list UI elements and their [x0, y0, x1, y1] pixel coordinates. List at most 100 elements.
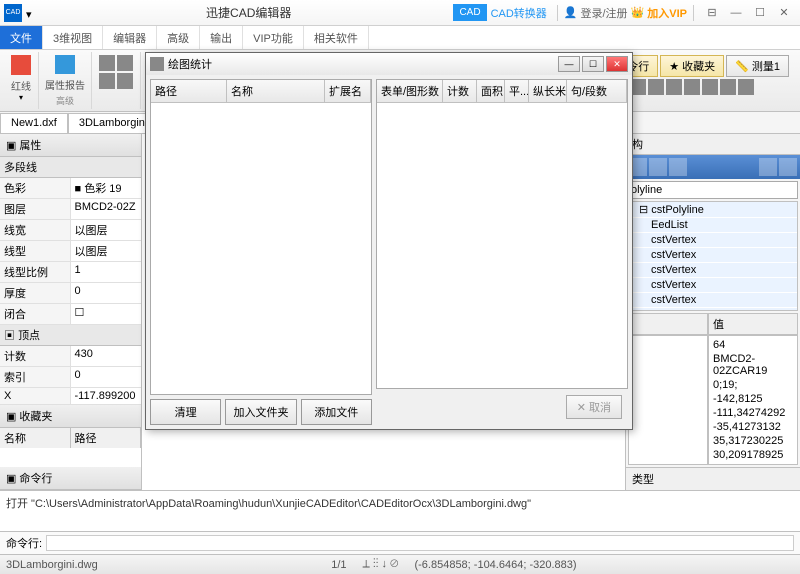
tool-icon[interactable]: [702, 79, 718, 95]
col-ext[interactable]: 扩展名: [325, 80, 371, 102]
doc-tab-new1[interactable]: New1.dxf: [0, 113, 68, 133]
clear-button[interactable]: 清理: [150, 399, 221, 425]
col-avg[interactable]: 平...: [505, 80, 529, 102]
prop-row: 线宽以图层: [0, 220, 141, 241]
tab-vip[interactable]: VIP功能: [243, 26, 304, 49]
tool-icon[interactable]: [738, 79, 754, 95]
tree-item[interactable]: cstVertex: [629, 233, 797, 248]
struct-tool-icon[interactable]: [669, 158, 687, 176]
dialog-left-pane: 路径 名称 扩展名 清理 加入文件夹 添加文件: [150, 79, 372, 425]
tool-icon[interactable]: [99, 73, 115, 89]
fav-col-name[interactable]: 名称: [0, 428, 71, 448]
dialog-close-icon[interactable]: ✕: [606, 56, 628, 72]
titlebar: CAD ▾ 迅捷CAD编辑器 CAD CAD转换器 👤登录/注册 👑加入VIP …: [0, 0, 800, 26]
col-area[interactable]: 面积: [477, 80, 505, 102]
dialog-minimize-icon[interactable]: —: [558, 56, 580, 72]
tool-icon[interactable]: [666, 79, 682, 95]
value-item: 0;19;: [713, 378, 793, 392]
command-prompt: 命令行:: [6, 535, 42, 551]
tree-item[interactable]: cstVertex: [629, 278, 797, 293]
app-title: 迅捷CAD编辑器: [44, 4, 453, 21]
status-page: 1/1: [331, 559, 346, 571]
right-pane: 构 olyline ⊟ cstPolyline EedList cstVerte…: [625, 134, 800, 490]
vip-button[interactable]: 👑加入VIP: [628, 5, 687, 21]
tree-item[interactable]: cstVertex: [629, 263, 797, 278]
dialog-titlebar[interactable]: 绘图统计 — ☐ ✕: [146, 53, 632, 75]
fav-col-path[interactable]: 路径: [71, 428, 142, 448]
col-sheets[interactable]: 表单/图形数: [377, 80, 443, 102]
tree-item[interactable]: cstVertex: [629, 248, 797, 263]
tree-item[interactable]: cstVertex: [629, 308, 797, 311]
prop-row: 线型比例1: [0, 262, 141, 283]
struct-tool-icon[interactable]: [649, 158, 667, 176]
tree-item[interactable]: cstVertex: [629, 293, 797, 308]
tab-advanced[interactable]: 高级: [157, 26, 200, 49]
add-file-button[interactable]: 添加文件: [301, 399, 372, 425]
dialog-right-grid[interactable]: 表单/图形数 计数 面积 平... 纵长米 句/段数: [376, 79, 628, 389]
vertex-category: ▣ 顶点: [0, 325, 141, 346]
prop-row: 厚度0: [0, 283, 141, 304]
props-report-icon[interactable]: [55, 55, 75, 74]
structure-header: 构: [626, 134, 800, 155]
tool-icon[interactable]: [117, 55, 133, 71]
favorites-list: [0, 448, 141, 467]
dialog-left-grid[interactable]: 路径 名称 扩展名: [150, 79, 372, 395]
cad-converter-link[interactable]: CAD转换器: [487, 2, 551, 24]
col-segments[interactable]: 句/段数: [567, 80, 627, 102]
col-length[interactable]: 纵长米: [529, 80, 567, 102]
favorites-columns: 名称 路径: [0, 428, 141, 448]
add-folder-button[interactable]: 加入文件夹: [225, 399, 296, 425]
value-item: 30,209178925: [713, 448, 793, 462]
tree-item[interactable]: EedList: [629, 218, 797, 233]
tree-root[interactable]: ⊟ cstPolyline: [629, 202, 797, 218]
tool-icon[interactable]: [117, 73, 133, 89]
login-button[interactable]: 👤登录/注册: [564, 5, 628, 21]
struct-tool-icon[interactable]: [759, 158, 777, 176]
value-item: BMCD2-02ZCAR19: [713, 352, 793, 378]
command-input-row: 命令行:: [0, 531, 800, 554]
tool-icon[interactable]: [99, 55, 115, 71]
dialog-maximize-icon[interactable]: ☐: [582, 56, 604, 72]
redline-icon[interactable]: [11, 55, 31, 75]
col-count[interactable]: 计数: [443, 80, 477, 102]
col-name[interactable]: 名称: [227, 80, 325, 102]
maximize-icon[interactable]: ☐: [748, 3, 772, 23]
fav-button[interactable]: ★收藏夹: [660, 55, 724, 77]
dialog-icon: [150, 57, 164, 71]
minimize-icon[interactable]: —: [724, 3, 748, 23]
value-header: 值: [708, 313, 798, 335]
dialog-right-pane: 表单/图形数 计数 面积 平... 纵长米 句/段数 ✕取消: [376, 79, 628, 425]
ribbon-group-redline: 红线 ▾: [4, 52, 39, 109]
tool-icon[interactable]: [684, 79, 700, 95]
status-file: 3DLamborgini.dwg: [6, 559, 98, 571]
tab-file[interactable]: 文件: [0, 26, 43, 49]
polyline-category: 多段线: [0, 157, 141, 178]
tool-icon[interactable]: [648, 79, 664, 95]
command-log: 打开 "C:\Users\Administrator\AppData\Roami…: [0, 491, 800, 531]
favorites-header: ▣收藏夹: [0, 405, 141, 428]
ribbon-group-tools1: [92, 52, 141, 109]
command-input[interactable]: [46, 535, 794, 551]
col-path[interactable]: 路径: [151, 80, 227, 102]
tab-editor[interactable]: 编辑器: [103, 26, 157, 49]
value-item: -35,41273132: [713, 420, 793, 434]
drawing-stats-dialog: 绘图统计 — ☐ ✕ 路径 名称 扩展名 清理 加入文件夹 添加文件 表单/图形…: [145, 52, 633, 430]
structure-tree[interactable]: ⊟ cstPolyline EedList cstVertex cstVerte…: [628, 201, 798, 311]
app-icon: CAD: [4, 4, 22, 22]
properties-header: ▣属性: [0, 134, 141, 157]
value-item: 64: [713, 338, 793, 352]
tab-3d[interactable]: 3维视图: [43, 26, 103, 49]
value-item: 35,317230225: [713, 434, 793, 448]
struct-tool-icon[interactable]: [779, 158, 797, 176]
tool-icon[interactable]: [720, 79, 736, 95]
tab-related[interactable]: 相关软件: [304, 26, 369, 49]
measure-button[interactable]: 📏测量1: [726, 55, 789, 77]
prop-row: 计数430: [0, 346, 141, 367]
menu-dropdown-icon[interactable]: ▾: [26, 8, 36, 18]
cmdline-header: ▣命令行: [0, 467, 141, 490]
close-icon[interactable]: ✕: [772, 3, 796, 23]
structure-select[interactable]: olyline: [628, 181, 798, 199]
tab-output[interactable]: 输出: [200, 26, 243, 49]
settings-icon[interactable]: ⊟: [700, 3, 724, 23]
cancel-button[interactable]: ✕取消: [566, 395, 622, 419]
